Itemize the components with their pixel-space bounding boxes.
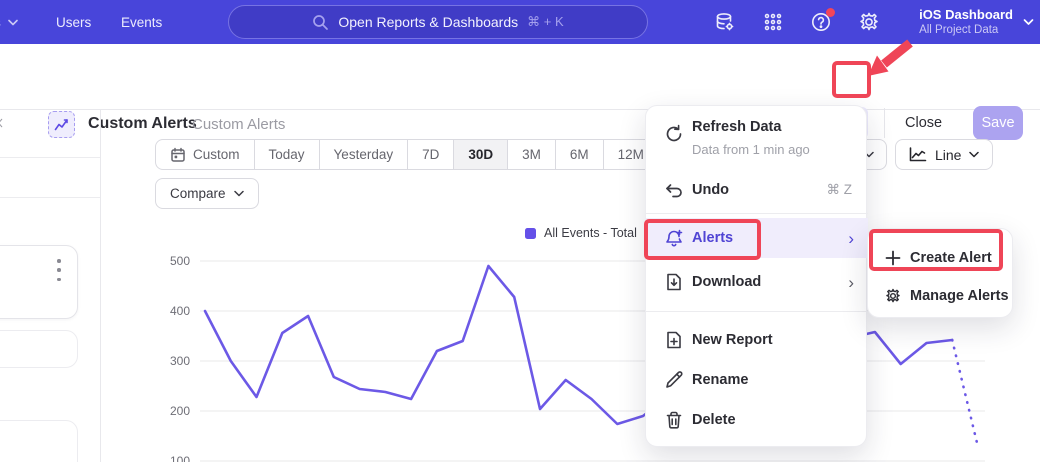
undo-icon [664, 180, 684, 200]
nav-events-label: Events [121, 15, 162, 30]
legend-label: All Events - Total [544, 226, 637, 240]
sidebar-row-divider [0, 157, 100, 158]
series-line-incomplete [952, 340, 978, 447]
alert-bell-icon [664, 228, 684, 248]
search-input[interactable]: Open Reports & Dashboards ⌘ + K [228, 5, 648, 39]
shortcut-label: ⌘ Z [827, 182, 853, 198]
top-nav: s Users Events Open Reports & Dashboards… [0, 0, 1040, 44]
menu-item-refresh-data[interactable]: Refresh Data Data from 1 min ago [646, 114, 868, 166]
download-file-icon [664, 272, 684, 292]
y-axis-tick: 400 [150, 304, 190, 318]
chart-legend[interactable]: All Events - Total [525, 226, 637, 240]
help-icon[interactable] [809, 10, 833, 34]
alerts-submenu: Create Alert Manage Alerts [867, 228, 1013, 318]
nav-item-truncated[interactable]: s [0, 0, 18, 44]
trash-icon [664, 410, 684, 430]
settings-icon[interactable] [857, 10, 881, 34]
submenu-chevron-icon: › [848, 230, 854, 247]
kebab-menu-icon[interactable] [52, 259, 66, 281]
refresh-icon [664, 124, 684, 144]
data-management-icon[interactable] [713, 10, 737, 34]
project-subtitle: All Project Data [919, 23, 1013, 37]
menu-item-undo[interactable]: Undo ⌘ Z [646, 172, 868, 208]
submenu-item-create-alert[interactable]: Create Alert [868, 238, 1014, 278]
nav-item-users[interactable]: Users [56, 0, 91, 44]
menu-item-delete[interactable]: Delete [646, 400, 868, 440]
collapse-chevron-icon[interactable] [0, 116, 3, 130]
nav-item-events[interactable]: Events [121, 0, 162, 44]
y-axis-tick: 500 [150, 254, 190, 268]
y-axis-tick: 100 [150, 454, 190, 462]
legend-swatch [525, 228, 536, 239]
gear-icon [884, 287, 902, 305]
chevron-down-icon [1023, 18, 1034, 26]
query-builder-card[interactable] [0, 330, 78, 368]
new-report-icon [664, 330, 684, 350]
report-header: Custom Alerts Custom Alerts GV Duplicate… [0, 44, 1040, 110]
submenu-item-manage-alerts[interactable]: Manage Alerts [868, 276, 1014, 316]
y-axis-tick: 200 [150, 404, 190, 418]
nav-users-label: Users [56, 15, 91, 30]
menu-divider [646, 213, 868, 214]
query-builder-card[interactable] [0, 420, 78, 462]
app-window: s Users Events Open Reports & Dashboards… [0, 0, 1040, 462]
project-selector[interactable]: iOS Dashboard All Project Data [919, 0, 1034, 44]
query-builder-card[interactable] [0, 245, 78, 319]
search-placeholder: Open Reports & Dashboards [338, 14, 518, 30]
menu-item-download[interactable]: Download › [646, 262, 868, 302]
nav-item-truncated-label: s [0, 15, 1, 30]
notification-dot [826, 8, 835, 17]
sidebar-row-divider [0, 197, 100, 198]
menu-item-new-report[interactable]: New Report [646, 320, 868, 360]
search-icon [312, 14, 329, 31]
y-axis-tick: 300 [150, 354, 190, 368]
apps-grid-icon[interactable] [761, 10, 785, 34]
report-type-icon [48, 111, 75, 138]
plus-icon [884, 249, 902, 267]
menu-divider [646, 311, 868, 312]
chevron-down-icon [8, 19, 18, 26]
menu-item-rename[interactable]: Rename [646, 360, 868, 400]
more-options-menu: Refresh Data Data from 1 min ago Undo ⌘ … [645, 105, 867, 447]
search-shortcut: ⌘ + K [527, 14, 564, 30]
submenu-chevron-icon: › [848, 274, 854, 291]
project-titles: iOS Dashboard All Project Data [919, 7, 1013, 37]
project-title: iOS Dashboard [919, 7, 1013, 23]
menu-item-alerts[interactable]: Alerts › [646, 218, 868, 258]
pencil-icon [664, 370, 684, 390]
